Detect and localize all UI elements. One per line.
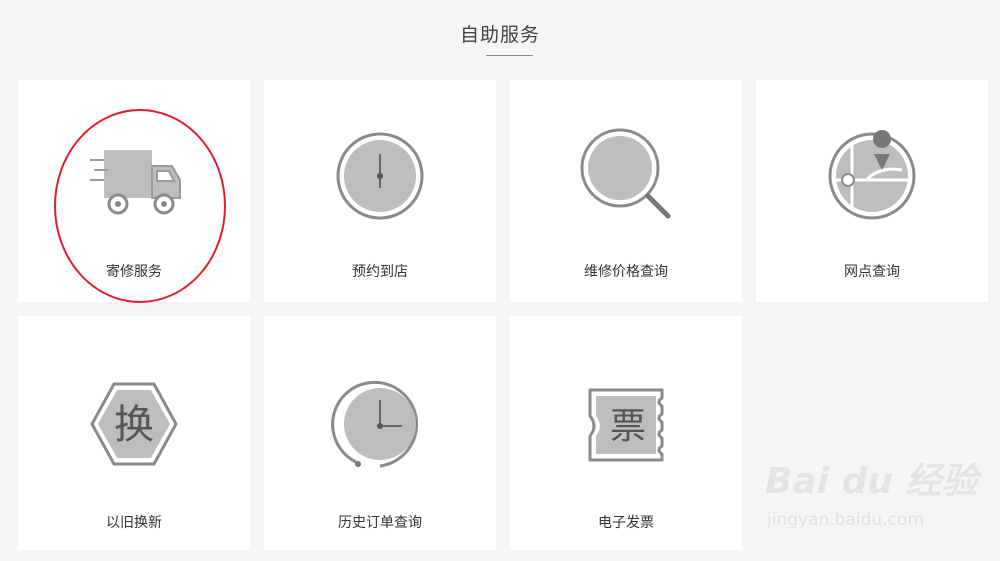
service-label: 以旧换新 xyxy=(106,515,162,531)
service-card-appointment[interactable]: 预约到店 xyxy=(264,80,496,302)
map-pin-icon xyxy=(822,126,922,226)
service-card-store-locator[interactable]: 网点查询 xyxy=(756,80,988,302)
history-clock-icon xyxy=(330,374,430,474)
service-card-mail-repair[interactable]: 寄修服务 xyxy=(18,80,250,302)
service-label: 预约到店 xyxy=(352,264,408,280)
ticket-icon: 票 xyxy=(576,374,676,474)
ticket-glyph: 票 xyxy=(610,406,646,447)
clock-icon xyxy=(330,126,430,226)
service-label: 网点查询 xyxy=(844,264,900,280)
service-label: 维修价格查询 xyxy=(584,264,668,280)
baidu-jingyan-watermark: Bai du 经验 jingyan.baidu.com xyxy=(765,452,995,542)
watermark-url: jingyan.baidu.com xyxy=(767,510,924,530)
title-underline xyxy=(486,55,533,56)
section-title: 自助服务 xyxy=(459,24,540,46)
watermark-brand: Bai du 经验 xyxy=(765,461,978,502)
service-label: 电子发票 xyxy=(598,515,654,531)
exchange-glyph: 换 xyxy=(114,402,154,448)
magnifier-icon xyxy=(576,126,676,226)
service-label: 寄修服务 xyxy=(106,264,162,280)
delivery-truck-icon xyxy=(84,126,184,226)
service-card-order-history[interactable]: 历史订单查询 xyxy=(264,316,496,550)
service-card-e-invoice[interactable]: 票 电子发票 xyxy=(510,316,742,550)
service-card-trade-in[interactable]: 换 以旧换新 xyxy=(18,316,250,550)
self-service-page: 自助服务 寄修服务 预约到店 维修价格查询 网点查询 换 以旧换新 历史订单查询… xyxy=(0,0,1000,561)
service-label: 历史订单查询 xyxy=(338,515,422,531)
service-card-repair-price[interactable]: 维修价格查询 xyxy=(510,80,742,302)
exchange-icon: 换 xyxy=(84,374,184,474)
